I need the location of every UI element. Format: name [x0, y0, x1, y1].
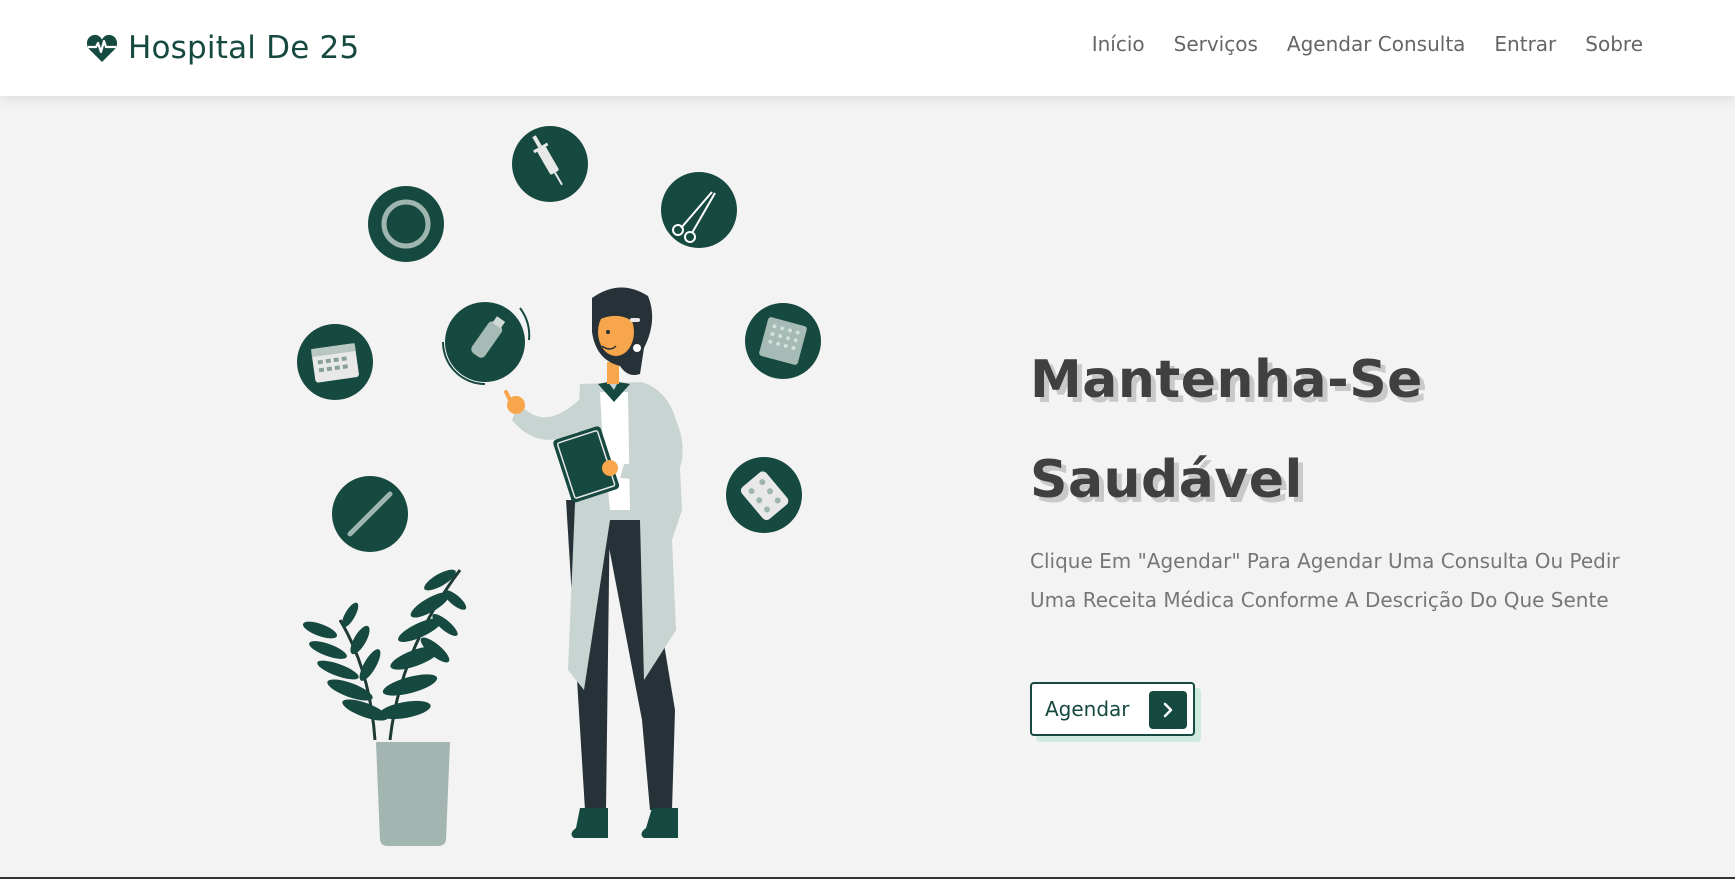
plant-illustration [302, 569, 467, 846]
nav-item-agendar-consulta[interactable]: Agendar Consulta [1287, 32, 1466, 56]
heart-pulse-icon [86, 33, 118, 63]
doctor-figure [504, 287, 683, 838]
chevron-right-icon [1149, 691, 1187, 729]
nav-item-servicos[interactable]: Serviços [1174, 32, 1258, 56]
brand-logo-link[interactable]: Hospital De 25 [86, 28, 359, 68]
pill-blister-icon [745, 303, 821, 379]
doctor-illustration [297, 126, 821, 846]
nav-item-sobre[interactable]: Sobre [1585, 32, 1643, 56]
tablet-pack-icon [726, 457, 802, 533]
nav-item-inicio[interactable]: Início [1092, 32, 1145, 56]
bandage-icon [332, 476, 408, 552]
ring-icon [368, 186, 444, 262]
hero-title-line1: Mantenha-Se [1030, 350, 1423, 410]
agendar-button[interactable]: Agendar [1030, 682, 1195, 736]
syringe-icon [512, 126, 588, 202]
scissors-icon [661, 172, 737, 248]
brand-name: Hospital De 25 [128, 30, 360, 66]
hero-description: Clique Em "Agendar" Para Agendar Uma Con… [1030, 549, 1620, 612]
calendar-icon [297, 324, 373, 400]
hero-section: Mantenha-Se Saudável Clique Em "Agendar"… [1030, 330, 1670, 620]
hero-title: Mantenha-Se Saudável [1030, 330, 1670, 530]
nav-item-entrar[interactable]: Entrar [1494, 32, 1556, 56]
site-header: Hospital De 25 Início Serviços Agendar C… [0, 0, 1735, 96]
inhaler-icon [442, 302, 531, 385]
hero-title-line2: Saudável [1030, 450, 1303, 510]
main-nav: Início Serviços Agendar Consulta Entrar … [1092, 32, 1643, 56]
agendar-button-label: Agendar [1045, 697, 1130, 721]
